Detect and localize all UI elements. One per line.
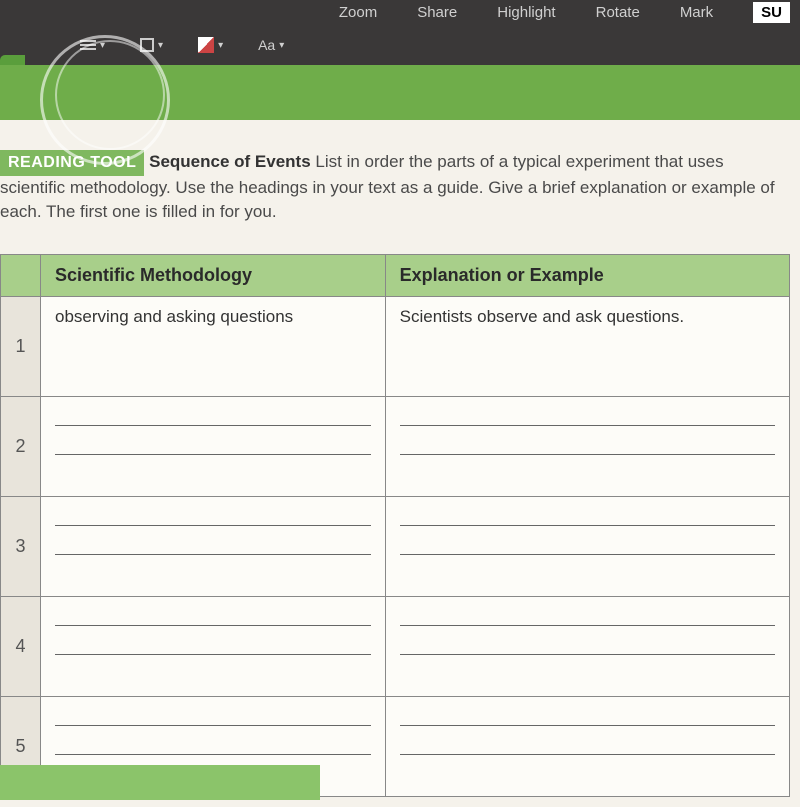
- explanation-cell: Scientists observe and ask questions.: [385, 296, 789, 396]
- section-title: Sequence of Events: [149, 152, 311, 171]
- blank-line: [55, 725, 371, 726]
- font-label: Aa: [258, 37, 275, 53]
- blank-line: [55, 454, 371, 455]
- explanation-cell[interactable]: [385, 496, 789, 596]
- methodology-cell: observing and asking questions: [41, 296, 386, 396]
- table-row: 4: [1, 596, 790, 696]
- table-row: 2: [1, 396, 790, 496]
- blank-line: [400, 454, 775, 455]
- header-bar: [0, 65, 800, 120]
- zoom-button[interactable]: Zoom: [339, 4, 377, 21]
- row-number: 1: [1, 296, 41, 396]
- blank-line: [55, 654, 371, 655]
- pen-tool[interactable]: ▾: [198, 37, 223, 53]
- blank-line: [400, 654, 775, 655]
- blank-line: [55, 625, 371, 626]
- blank-line: [400, 754, 775, 755]
- blank-line: [400, 425, 775, 426]
- chevron-down-icon: ▾: [279, 40, 284, 51]
- blank-line: [55, 554, 371, 555]
- explanation-cell[interactable]: [385, 596, 789, 696]
- table-header-num: [1, 254, 41, 296]
- table-header-explanation: Explanation or Example: [385, 254, 789, 296]
- blank-line: [400, 725, 775, 726]
- blank-line: [55, 525, 371, 526]
- methodology-table: Scientific Methodology Explanation or Ex…: [0, 254, 790, 797]
- decorative-circle-inner: [55, 40, 165, 150]
- blank-line: [55, 754, 371, 755]
- blank-line: [400, 554, 775, 555]
- bottom-decoration: [0, 765, 320, 800]
- chevron-down-icon: ▾: [158, 40, 163, 51]
- pen-icon: [198, 37, 214, 53]
- font-tool[interactable]: Aa ▾: [258, 37, 284, 53]
- blank-line: [400, 525, 775, 526]
- methodology-cell[interactable]: [41, 396, 386, 496]
- rotate-button[interactable]: Rotate: [596, 4, 640, 21]
- share-button[interactable]: Share: [417, 4, 457, 21]
- page-content: READING TOOL Sequence of Events List in …: [0, 120, 800, 807]
- chevron-down-icon: ▾: [218, 40, 223, 51]
- table-header-methodology: Scientific Methodology: [41, 254, 386, 296]
- blank-line: [400, 625, 775, 626]
- row-number: 4: [1, 596, 41, 696]
- su-button[interactable]: SU: [753, 2, 790, 23]
- row-number: 3: [1, 496, 41, 596]
- top-toolbar: Zoom Share Highlight Rotate Mark SU: [0, 0, 800, 25]
- blank-line: [55, 425, 371, 426]
- explanation-cell[interactable]: [385, 396, 789, 496]
- table-row: 1 observing and asking questions Scienti…: [1, 296, 790, 396]
- mark-button[interactable]: Mark: [680, 4, 713, 21]
- methodology-cell[interactable]: [41, 596, 386, 696]
- explanation-cell[interactable]: [385, 696, 789, 796]
- table-row: 3: [1, 496, 790, 596]
- row-number: 2: [1, 396, 41, 496]
- methodology-cell[interactable]: [41, 496, 386, 596]
- highlight-button[interactable]: Highlight: [497, 4, 555, 21]
